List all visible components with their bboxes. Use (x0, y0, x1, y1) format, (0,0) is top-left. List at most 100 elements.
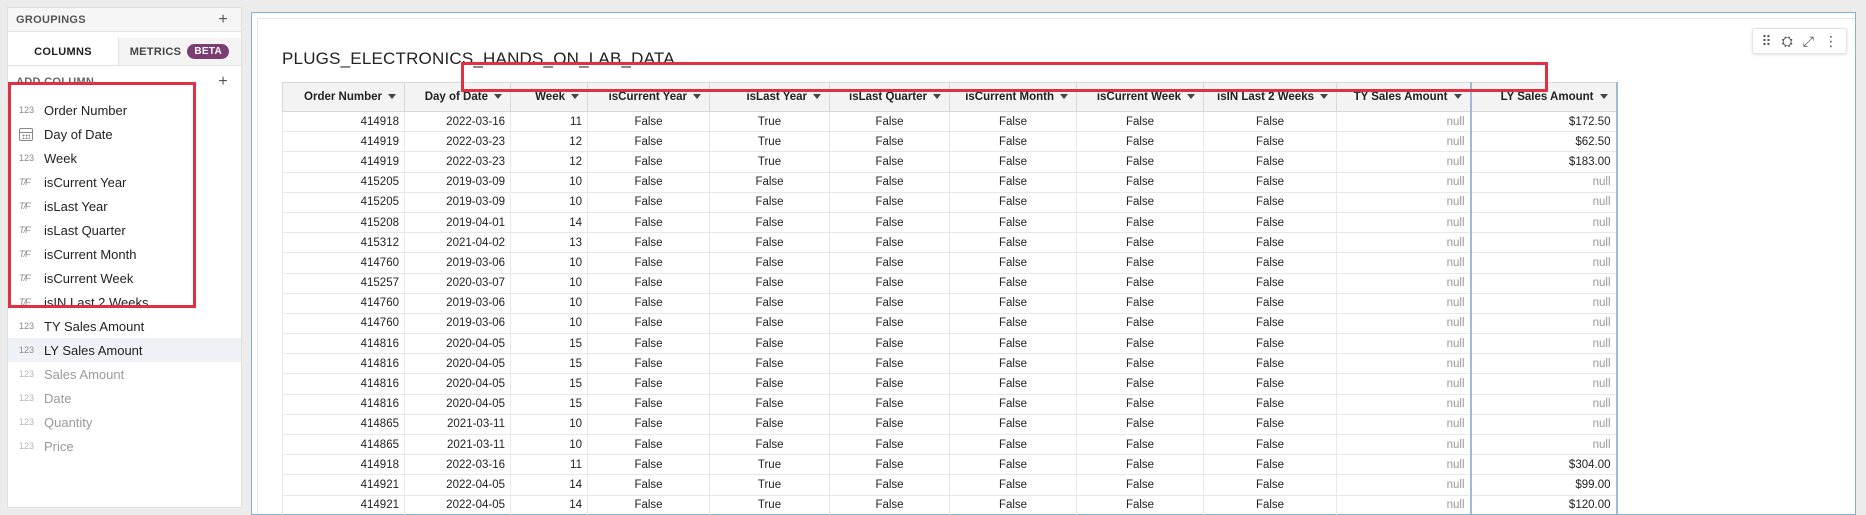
chevron-down-icon[interactable] (1320, 94, 1328, 99)
table-cell[interactable]: 415312 (282, 232, 405, 254)
table-cell[interactable]: null (1469, 353, 1618, 375)
table-cell[interactable]: null (1336, 413, 1471, 436)
table-cell[interactable]: False (949, 272, 1077, 294)
table-cell[interactable]: False (1203, 151, 1337, 173)
table-cell[interactable]: False (709, 333, 830, 355)
table-cell[interactable]: 414816 (282, 393, 405, 415)
table-cell[interactable]: False (1076, 474, 1204, 496)
table-cell[interactable]: null (1336, 171, 1471, 193)
table-cell[interactable]: False (829, 494, 950, 515)
table-cell[interactable]: False (949, 353, 1077, 375)
table-cell[interactable]: False (1203, 191, 1337, 213)
table-cell[interactable]: null (1469, 211, 1618, 234)
table-cell[interactable]: False (829, 333, 950, 355)
table-cell[interactable]: False (829, 151, 950, 173)
table-cell[interactable]: 2019-03-06 (404, 312, 511, 335)
table-cell[interactable]: False (709, 312, 830, 335)
table-cell[interactable]: False (1203, 272, 1337, 294)
table-cell[interactable]: False (709, 272, 830, 294)
column-item[interactable]: T/F isCurrent Month (8, 242, 241, 266)
table-cell[interactable]: null (1336, 474, 1471, 496)
table-cell[interactable]: False (949, 252, 1077, 274)
table-cell[interactable]: False (829, 393, 950, 415)
column-header[interactable]: isLast Year (709, 82, 830, 112)
table-cell[interactable]: 414919 (282, 151, 405, 173)
table-cell[interactable]: False (1076, 191, 1204, 213)
table-cell[interactable]: 414918 (282, 110, 405, 133)
table-cell[interactable]: 2022-03-16 (404, 454, 511, 476)
table-cell[interactable]: null (1336, 232, 1471, 254)
add-column-plus-icon[interactable]: + (218, 74, 228, 90)
table-cell[interactable]: 13 (510, 232, 588, 254)
table-cell[interactable]: null (1469, 413, 1618, 436)
column-header[interactable]: Order Number (282, 82, 405, 112)
table-element[interactable]: PLUGS_ELECTRONICS_HANDS_ON_LAB_DATA ⠿ ⛭ … (251, 12, 1856, 515)
table-cell[interactable]: 414760 (282, 252, 405, 274)
table-cell[interactable]: False (949, 292, 1077, 314)
table-cell[interactable]: 10 (510, 312, 588, 335)
table-cell[interactable]: 10 (510, 252, 588, 274)
table-cell[interactable]: null (1336, 151, 1471, 173)
table-cell[interactable]: False (1203, 373, 1337, 395)
table-cell[interactable]: False (949, 191, 1077, 213)
table-cell[interactable]: True (709, 454, 830, 476)
table-cell[interactable]: False (1203, 252, 1337, 274)
table-cell[interactable]: null (1469, 333, 1618, 355)
table-cell[interactable]: False (1076, 110, 1204, 133)
table-cell[interactable]: False (587, 474, 710, 496)
chevron-down-icon[interactable] (1187, 94, 1195, 99)
table-cell[interactable]: False (1203, 353, 1337, 375)
table-cell[interactable]: 414816 (282, 353, 405, 375)
table-cell[interactable]: False (1076, 292, 1204, 314)
column-item[interactable]: T/F isCurrent Week (8, 266, 241, 290)
table-cell[interactable]: 2022-03-23 (404, 151, 511, 173)
table-cell[interactable]: False (1076, 353, 1204, 375)
table-cell[interactable]: False (1203, 393, 1337, 415)
table-cell[interactable]: False (587, 292, 710, 314)
table-cell[interactable]: $172.50 (1469, 110, 1618, 133)
column-item[interactable]: T/F isLast Quarter (8, 218, 241, 242)
chevron-down-icon[interactable] (933, 94, 941, 99)
table-cell[interactable]: null (1469, 191, 1618, 213)
column-item[interactable]: 123 TY Sales Amount (8, 314, 241, 338)
chevron-down-icon[interactable] (813, 94, 821, 99)
table-cell[interactable]: 2022-04-05 (404, 494, 511, 515)
table-cell[interactable]: False (587, 413, 710, 436)
column-header[interactable]: isIN Last 2 Weeks (1203, 82, 1337, 112)
table-cell[interactable]: False (1203, 110, 1337, 133)
table-cell[interactable]: $62.50 (1469, 131, 1618, 153)
table-cell[interactable]: False (1076, 252, 1204, 274)
table-cell[interactable]: 2019-03-09 (404, 191, 511, 213)
table-cell[interactable]: 414918 (282, 454, 405, 476)
table-cell[interactable]: 2019-03-06 (404, 292, 511, 314)
table-cell[interactable]: False (829, 433, 950, 456)
table-cell[interactable]: 415257 (282, 272, 405, 294)
table-cell[interactable]: 11 (510, 110, 588, 133)
table-cell[interactable]: False (829, 110, 950, 133)
table-cell[interactable]: False (709, 171, 830, 193)
table-cell[interactable]: True (709, 151, 830, 173)
table-cell[interactable]: False (1203, 312, 1337, 335)
column-item[interactable]: T/F isIN Last 2 Weeks (8, 290, 241, 314)
more-icon[interactable]: ⋮ (1824, 34, 1838, 48)
table-cell[interactable]: null (1336, 433, 1471, 456)
table-cell[interactable]: 10 (510, 191, 588, 213)
table-cell[interactable]: False (829, 131, 950, 153)
table-cell[interactable]: null (1469, 433, 1618, 456)
table-cell[interactable]: False (587, 312, 710, 335)
table-cell[interactable]: 414919 (282, 131, 405, 153)
chevron-down-icon[interactable] (388, 94, 396, 99)
table-cell[interactable]: 2020-04-05 (404, 373, 511, 395)
table-cell[interactable]: False (1076, 433, 1204, 456)
table-cell[interactable]: 414760 (282, 292, 405, 314)
table-cell[interactable]: False (587, 211, 710, 234)
table-cell[interactable]: False (587, 333, 710, 355)
column-item[interactable]: 123 Quantity (8, 410, 241, 434)
table-cell[interactable]: null (1336, 252, 1471, 274)
table-cell[interactable]: 2022-04-05 (404, 474, 511, 496)
table-cell[interactable]: 414816 (282, 333, 405, 355)
table-cell[interactable]: 414921 (282, 494, 405, 515)
chevron-down-icon[interactable] (571, 94, 579, 99)
table-cell[interactable]: null (1336, 110, 1471, 133)
table-cell[interactable]: null (1336, 312, 1471, 335)
